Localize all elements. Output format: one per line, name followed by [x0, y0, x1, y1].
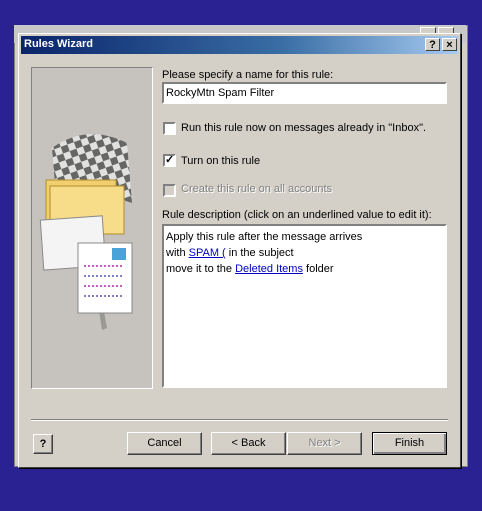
help-icon: ? — [39, 438, 47, 450]
all-accounts-checkbox[interactable] — [163, 184, 176, 197]
next-button[interactable]: Next > — [287, 432, 362, 455]
checkmark-icon: ✓ — [165, 154, 175, 166]
button-separator — [31, 419, 448, 421]
rule-name-value: RockyMtn Spam Filter — [166, 87, 275, 99]
back-button[interactable]: < Back — [211, 432, 286, 455]
rule-description-box: Apply this rule after the message arrive… — [162, 224, 447, 388]
rule-description-label: Rule description (click on an underlined… — [162, 209, 432, 221]
turn-on-checkbox[interactable]: ✓ — [163, 154, 176, 167]
dialog-title: Rules Wizard — [24, 38, 93, 50]
rule-name-input[interactable]: RockyMtn Spam Filter — [162, 82, 447, 104]
turn-on-label[interactable]: Turn on this rule — [181, 155, 260, 167]
dialog-titlebar[interactable]: Rules Wizard ? × — [21, 36, 458, 54]
title-close-button[interactable]: × — [442, 38, 457, 51]
close-icon: × — [446, 39, 453, 51]
spam-subject-link[interactable]: SPAM ( — [189, 247, 226, 259]
all-accounts-label: Create this rule on all accounts — [181, 183, 333, 195]
cancel-button[interactable]: Cancel — [127, 432, 202, 455]
rules-wizard-dialog: Rules Wizard ? × Please specify a name f… — [18, 33, 461, 468]
description-line-1: Apply this rule after the message arrive… — [166, 231, 363, 243]
description-line-2: with SPAM ( in the subject — [166, 247, 294, 259]
deleted-items-link[interactable]: Deleted Items — [235, 263, 303, 275]
run-now-label[interactable]: Run this rule now on messages already in… — [181, 122, 426, 134]
description-line-3: move it to the Deleted Items folder — [166, 263, 334, 275]
title-help-button[interactable]: ? — [425, 38, 440, 51]
rule-name-label: Please specify a name for this rule: — [162, 69, 334, 81]
run-now-checkbox[interactable] — [163, 122, 176, 135]
rule-description-text: Apply this rule after the message arrive… — [166, 229, 362, 277]
help-icon: ? — [429, 39, 436, 51]
help-button[interactable]: ? — [33, 434, 53, 454]
wizard-graphic — [31, 67, 153, 389]
checkered-flag-envelopes-icon — [39, 134, 133, 330]
finish-button[interactable]: Finish — [372, 432, 447, 455]
